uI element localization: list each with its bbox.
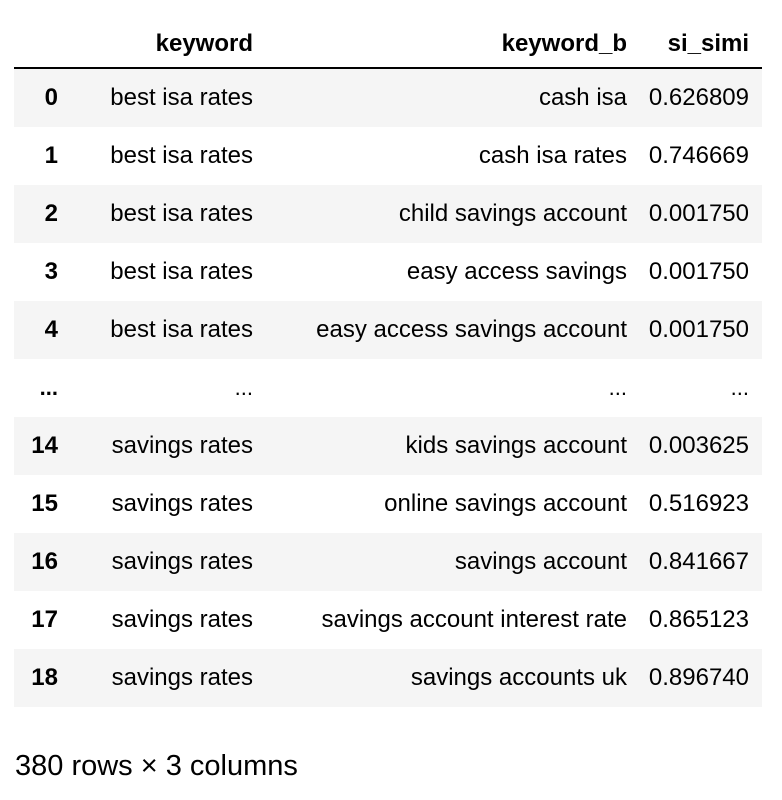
row-index: 15 (31, 490, 58, 517)
cell-keyword: best isa rates (110, 316, 253, 343)
cell-si-simi: 0.841667 (648, 548, 749, 575)
header-si-simi: si_simi (640, 20, 762, 69)
cell-keyword: ... (234, 375, 253, 400)
dataframe-output: keyword keyword_b si_simi 0 best isa rat… (14, 20, 762, 707)
cell-keyword-b: savings account interest rate (321, 606, 628, 633)
row-index: 18 (31, 664, 58, 691)
ellipsis-row: ... ... ... ... (14, 359, 762, 417)
table-row: 18 savings rates savings accounts uk 0.8… (14, 649, 762, 707)
cell-si-simi: ... (730, 375, 749, 400)
row-index: 16 (31, 548, 58, 575)
cell-keyword: best isa rates (110, 258, 253, 285)
row-index: ... (39, 375, 58, 400)
table-row: 3 best isa rates easy access savings 0.0… (14, 243, 762, 301)
cell-keyword: savings rates (111, 606, 253, 633)
cell-si-simi: 0.516923 (648, 490, 749, 517)
table-row: 17 savings rates savings account interes… (14, 591, 762, 649)
cell-si-simi: 0.001750 (648, 258, 749, 285)
table-row: 1 best isa rates cash isa rates 0.746669 (14, 127, 762, 185)
row-index: 14 (31, 432, 58, 459)
header-keyword: keyword (72, 20, 266, 69)
table-row: 16 savings rates savings account 0.84166… (14, 533, 762, 591)
header-row: keyword keyword_b si_simi (14, 20, 762, 69)
table-body: 0 best isa rates cash isa 0.626809 1 bes… (14, 68, 762, 707)
table-row: 15 savings rates online savings account … (14, 475, 762, 533)
table-row: 4 best isa rates easy access savings acc… (14, 301, 762, 359)
cell-keyword: savings rates (111, 490, 253, 517)
cell-keyword-b: savings accounts uk (410, 664, 627, 691)
cell-keyword-b: online savings account (384, 490, 627, 517)
cell-si-simi: 0.746669 (648, 142, 749, 169)
cell-keyword-b: cash isa rates (478, 142, 627, 169)
header-index (14, 20, 72, 69)
cell-keyword: best isa rates (110, 84, 253, 111)
header-keyword-b: keyword_b (266, 20, 640, 69)
cell-si-simi: 0.001750 (648, 200, 749, 227)
table-row: 14 savings rates kids savings account 0.… (14, 417, 762, 475)
cell-keyword: savings rates (111, 548, 253, 575)
row-index: 1 (44, 142, 58, 169)
row-index: 4 (44, 316, 58, 343)
row-index: 3 (44, 258, 58, 285)
cell-keyword-b: easy access savings account (316, 316, 627, 343)
row-index: 17 (31, 606, 58, 633)
cell-si-simi: 0.001750 (648, 316, 749, 343)
cell-keyword: savings rates (111, 432, 253, 459)
cell-keyword-b: child savings account (398, 200, 627, 227)
shape-caption: 380 rows × 3 columns (15, 750, 298, 782)
cell-keyword: best isa rates (110, 200, 253, 227)
cell-si-simi: 0.626809 (648, 84, 749, 111)
table-header: keyword keyword_b si_simi (14, 20, 762, 69)
cell-si-simi: 0.865123 (648, 606, 749, 633)
cell-si-simi: 0.003625 (648, 432, 749, 459)
cell-keyword-b: savings account (454, 548, 627, 575)
table-row: 2 best isa rates child savings account 0… (14, 185, 762, 243)
row-index: 0 (44, 84, 58, 111)
cell-keyword-b: kids savings account (405, 432, 627, 459)
cell-si-simi: 0.896740 (648, 664, 749, 691)
table-row: 0 best isa rates cash isa 0.626809 (14, 68, 762, 127)
dataframe-table: keyword keyword_b si_simi 0 best isa rat… (14, 20, 762, 707)
cell-keyword-b: cash isa (538, 84, 627, 111)
cell-keyword: savings rates (111, 664, 253, 691)
cell-keyword: best isa rates (110, 142, 253, 169)
cell-keyword-b: easy access savings (406, 258, 627, 285)
row-index: 2 (44, 200, 58, 227)
cell-keyword-b: ... (608, 375, 627, 400)
